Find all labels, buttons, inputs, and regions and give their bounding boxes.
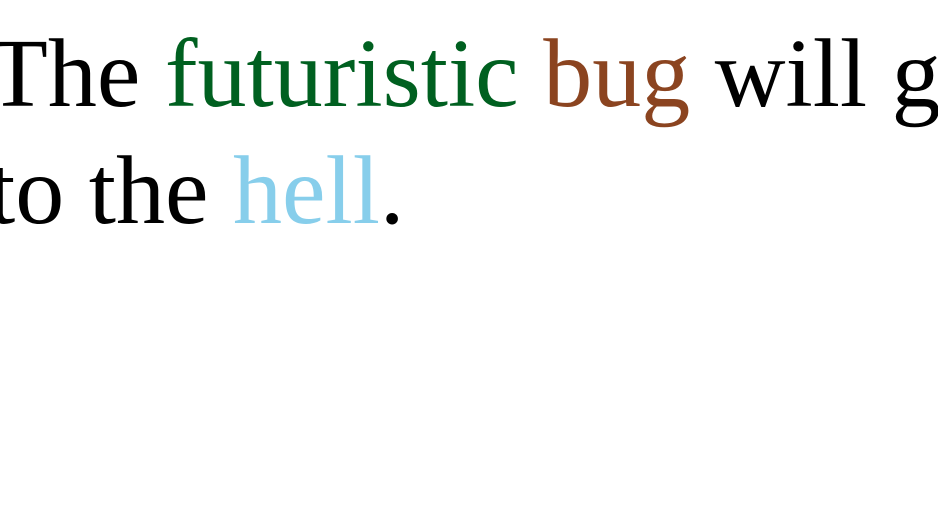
word-the-2: the: [88, 137, 209, 245]
word-the: The: [0, 20, 141, 128]
word-futuristic: futuristic: [164, 20, 519, 128]
text-canvas: The futuristic bug will go to the hell.: [0, 0, 938, 527]
period: .: [379, 137, 405, 245]
sentence-line-1: The futuristic bug will go: [0, 25, 938, 123]
word-will: will: [714, 20, 868, 128]
word-go: go: [891, 20, 938, 128]
sentence-line-2: to the hell.: [0, 142, 404, 240]
word-hell: hell: [232, 137, 380, 245]
word-to: to: [0, 137, 65, 245]
word-bug: bug: [543, 20, 691, 128]
